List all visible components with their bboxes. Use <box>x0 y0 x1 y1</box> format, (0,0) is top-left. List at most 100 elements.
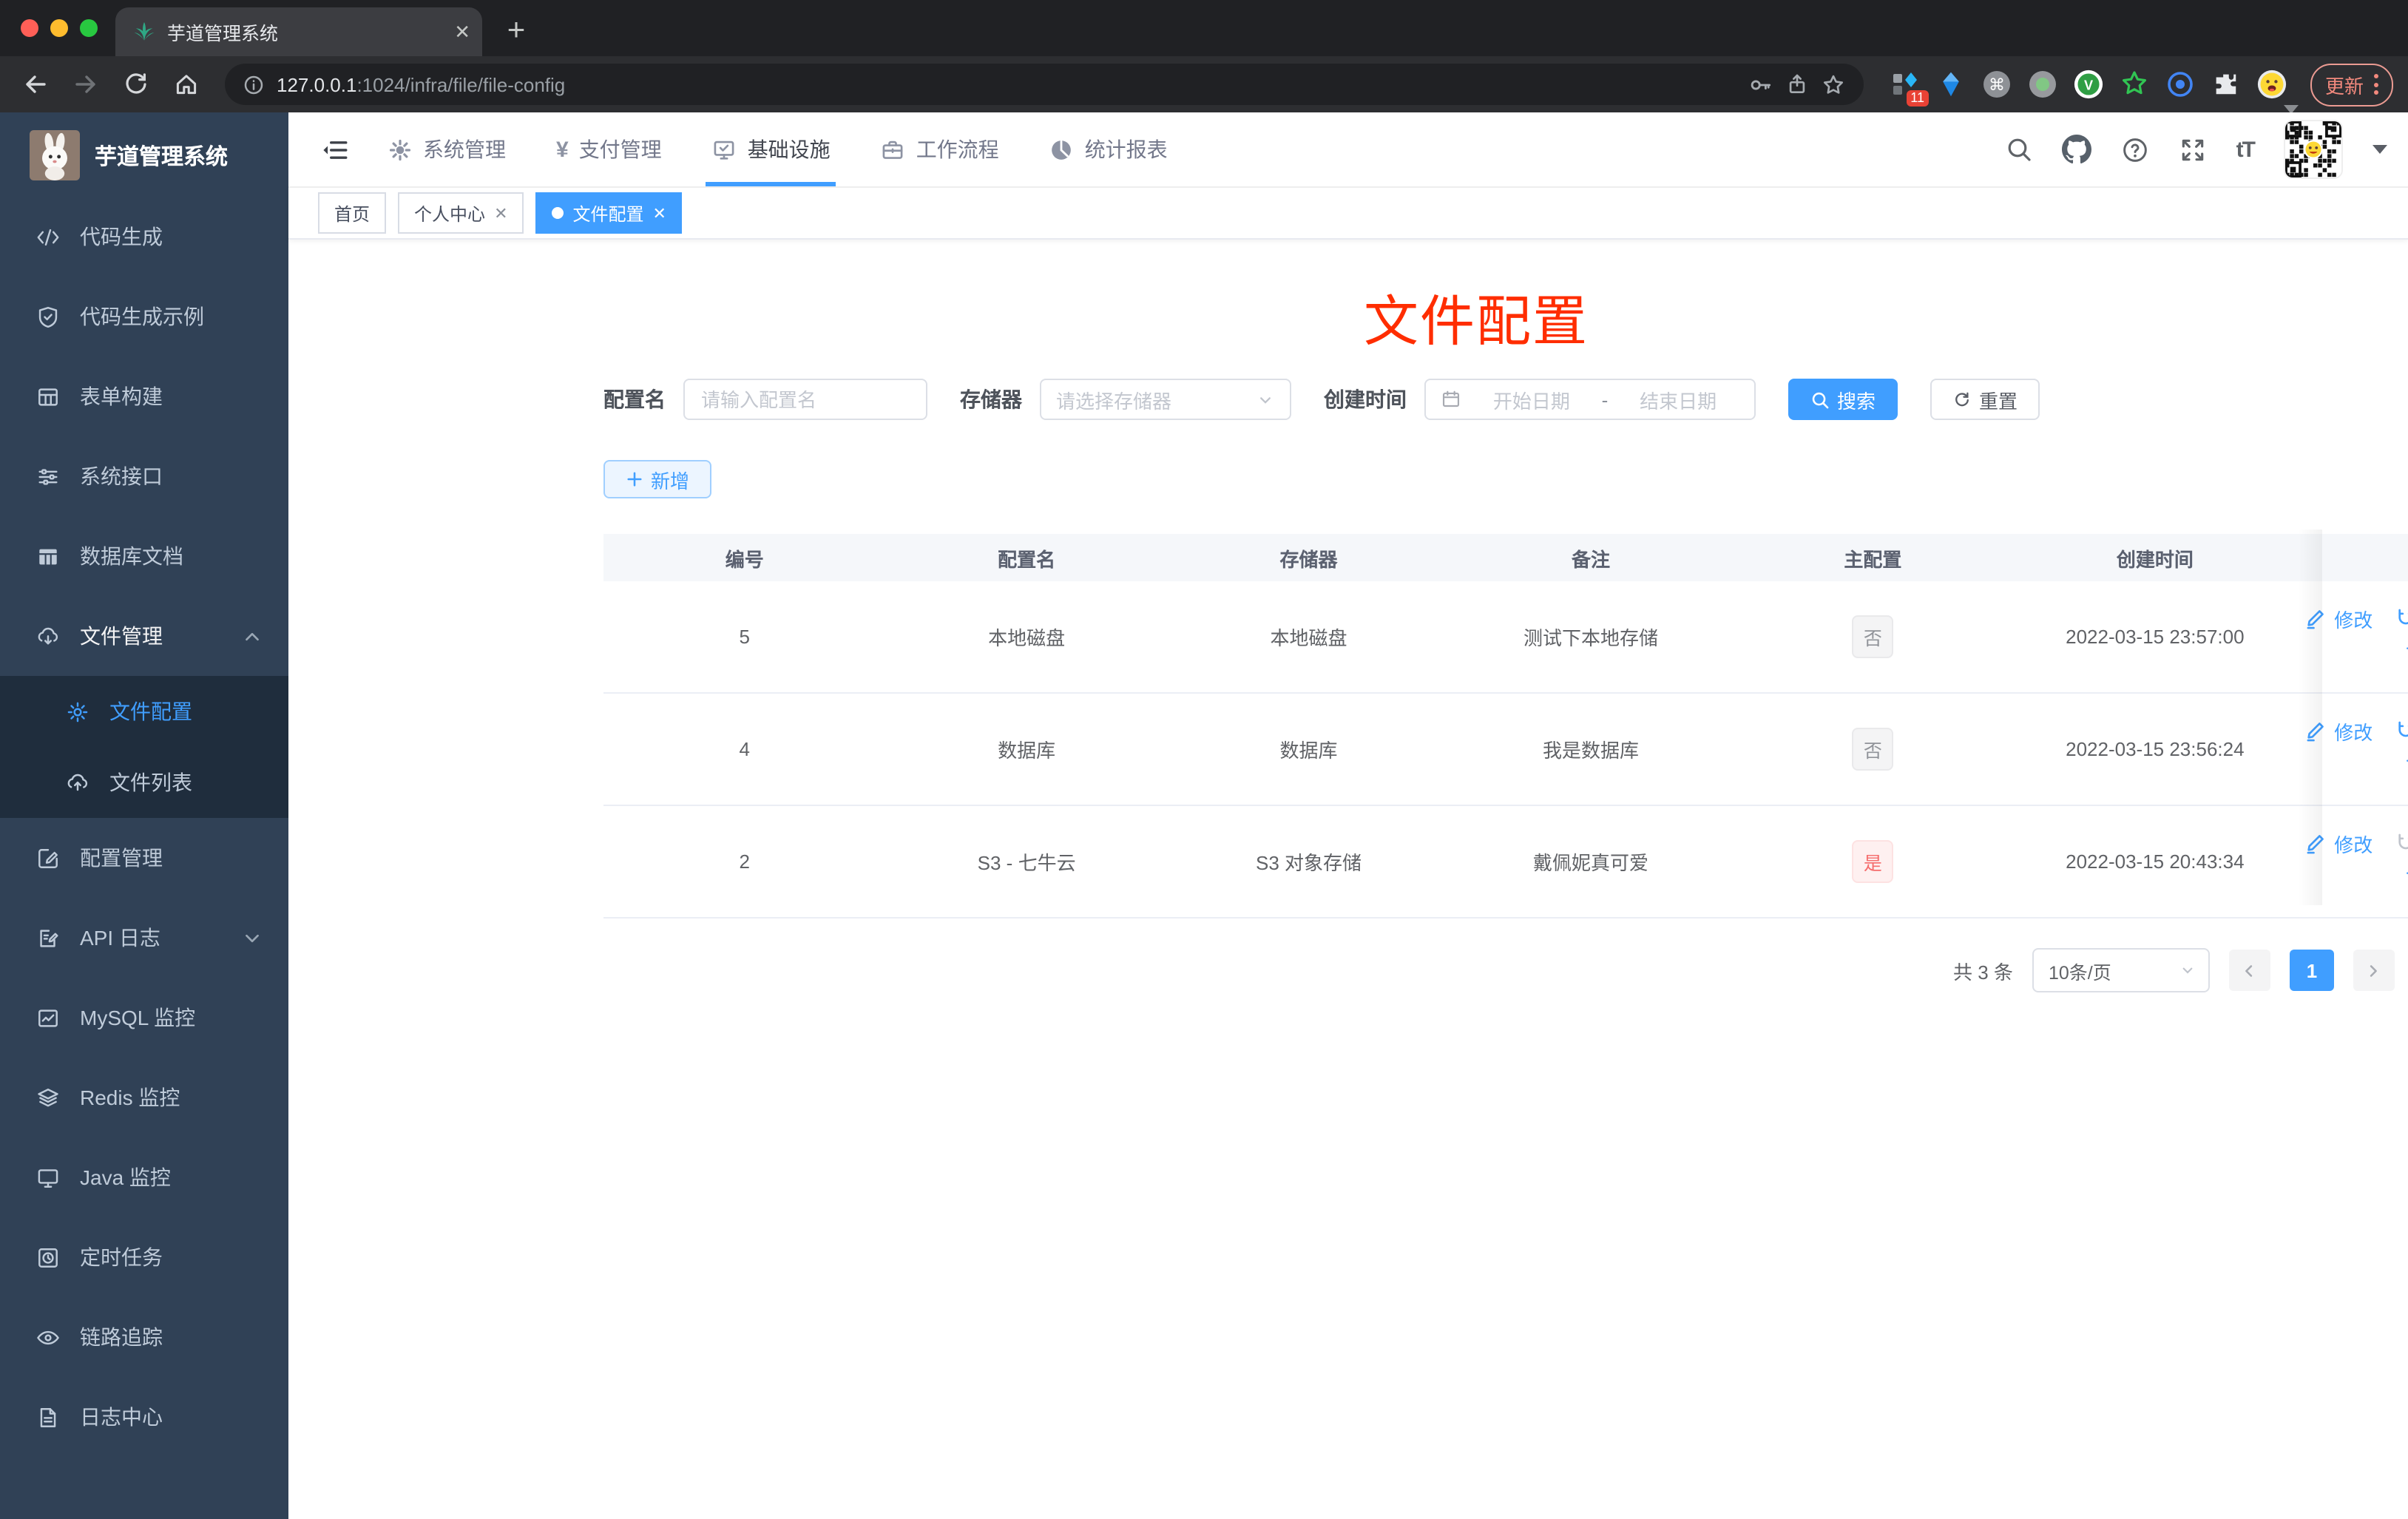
tag-file-config[interactable]: 文件配置 ✕ <box>535 192 683 234</box>
bookmark-star-icon[interactable] <box>1821 72 1846 97</box>
prev-page-button[interactable] <box>2228 950 2270 991</box>
set-master-link[interactable]: 主配置 <box>2393 717 2408 745</box>
edit-link[interactable]: 修改 <box>2304 717 2373 745</box>
cell-storage: 数据库 <box>1279 740 1338 762</box>
password-key-icon[interactable] <box>1748 72 1773 97</box>
edit-link[interactable]: 修改 <box>2304 830 2373 858</box>
table-header-cell: 操作 <box>2296 544 2408 572</box>
extensions-puzzle-icon[interactable] <box>2211 70 2241 99</box>
sidebar-item-log-center[interactable]: 日志中心 <box>0 1377 288 1457</box>
sidebar-item-code-gen[interactable]: 代码生成 <box>0 197 288 277</box>
sidebar-item-db-doc[interactable]: 数据库文档 <box>0 516 288 596</box>
reset-button[interactable]: 重置 <box>1930 379 2040 420</box>
url-bar[interactable]: 127.0.0.1:1024/infra/file/file-config <box>225 64 1864 105</box>
close-icon[interactable]: ✕ <box>494 203 507 223</box>
site-info-icon[interactable] <box>243 73 265 95</box>
avatar-caret-icon[interactable] <box>2373 145 2387 154</box>
tag-profile[interactable]: 个人中心 ✕ <box>398 192 524 234</box>
sidebar-item-trace[interactable]: 链路追踪 <box>0 1297 288 1377</box>
sidebar-item-file-manage[interactable]: 文件管理 <box>0 596 288 676</box>
master-tag: 否 <box>1852 728 1894 771</box>
app-logo-row[interactable]: 芋道管理系统 <box>0 112 288 186</box>
tag-home[interactable]: 首页 <box>318 192 387 234</box>
storage-select-placeholder: 请选择存储器 <box>1056 390 1172 412</box>
reload-icon[interactable] <box>115 64 157 105</box>
sidebar-item-api-log[interactable]: API 日志 <box>0 898 288 978</box>
new-tab-button[interactable]: + <box>494 9 538 53</box>
date-range-picker[interactable]: 开始日期 - 结束日期 <box>1424 379 1756 420</box>
edit-link[interactable]: 修改 <box>2304 605 2373 633</box>
extension-command-icon[interactable]: ⌘ <box>1982 70 2012 99</box>
sidebar-item-job[interactable]: 定时任务 <box>0 1217 288 1297</box>
storage-select[interactable]: 请选择存储器 <box>1040 379 1291 420</box>
config-name-input[interactable] <box>683 379 927 420</box>
github-icon[interactable] <box>2061 135 2091 164</box>
set-master-link[interactable]: 主配置 <box>2393 830 2408 858</box>
help-icon[interactable] <box>2121 135 2149 163</box>
topnav-item-infra[interactable]: 基础设施 <box>706 112 836 186</box>
chrome-update-button[interactable]: 更新 <box>2310 63 2393 106</box>
tag-label: 个人中心 <box>414 203 486 224</box>
page-size-select[interactable]: 10条/页 <box>2032 948 2210 992</box>
forward-icon[interactable] <box>65 64 106 105</box>
profile-emoji-icon[interactable] <box>2257 70 2287 99</box>
sidebar-item-form-builder[interactable]: 表单构建 <box>0 356 288 436</box>
search-button[interactable]: 搜索 <box>1788 379 1898 420</box>
topnav-item-workflow[interactable]: 工作流程 <box>881 112 999 186</box>
collapse-sidebar-icon[interactable] <box>321 112 349 186</box>
avatar[interactable] <box>2284 120 2343 179</box>
add-button[interactable]: 新增 <box>603 460 712 498</box>
delete-link[interactable]: 删除 <box>2403 640 2408 669</box>
sliders-icon <box>35 464 61 489</box>
tab-close-icon[interactable]: ✕ <box>454 22 470 41</box>
topnav-item-report[interactable]: 统计报表 <box>1049 112 1168 186</box>
extension-v-icon[interactable]: V <box>2074 70 2103 99</box>
font-size-icon[interactable]: tT <box>2236 137 2256 162</box>
topnav-item-payment[interactable]: ¥ 支付管理 <box>556 112 662 186</box>
cell-name: 数据库 <box>998 740 1056 762</box>
topnav-item-label: 工作流程 <box>916 138 999 161</box>
sidebar-item-java-monitor[interactable]: Java 监控 <box>0 1137 288 1217</box>
sidebar-item-config-manage[interactable]: 配置管理 <box>0 818 288 898</box>
cloud-up-icon <box>65 770 90 795</box>
window-controls[interactable] <box>21 19 98 37</box>
zoom-window-button[interactable] <box>80 19 98 37</box>
extension-kite-icon[interactable] <box>1936 70 1966 99</box>
cell-id: 5 <box>739 626 750 648</box>
update-label: 更新 <box>2324 75 2364 97</box>
set-master-link[interactable]: 主配置 <box>2393 605 2408 633</box>
extension-rings-icon[interactable] <box>2165 70 2195 99</box>
extension-blocks-icon[interactable]: 11 <box>1890 70 1929 106</box>
fullscreen-icon[interactable] <box>2179 135 2207 163</box>
search-icon[interactable] <box>2006 136 2032 163</box>
share-icon[interactable] <box>1785 72 1809 96</box>
sidebar-item-label: 定时任务 <box>80 1245 163 1269</box>
home-icon[interactable] <box>166 64 207 105</box>
sidebar-item-mysql-monitor[interactable]: MySQL 监控 <box>0 978 288 1058</box>
shield-icon <box>35 304 61 329</box>
grid-icon <box>35 384 61 409</box>
extension-dot-icon[interactable] <box>2028 70 2057 99</box>
sidebar-item-file-config[interactable]: 文件配置 <box>0 676 288 747</box>
back-icon[interactable] <box>15 64 56 105</box>
close-window-button[interactable] <box>21 19 38 37</box>
url-host: 127.0.0.1 <box>277 73 357 95</box>
sidebar-item-redis-monitor[interactable]: Redis 监控 <box>0 1058 288 1137</box>
extension-star-icon[interactable] <box>2120 70 2149 99</box>
table-header-cell: 备注 <box>1571 548 1610 570</box>
tags-bar: 首页 个人中心 ✕ 文件配置 ✕ <box>288 188 2408 240</box>
minimize-window-button[interactable] <box>50 19 68 37</box>
topnav-item-system[interactable]: 系统管理 <box>388 112 506 186</box>
sidebar-item-label: MySQL 监控 <box>80 1006 196 1029</box>
sidebar-item-code-demo[interactable]: 代码生成示例 <box>0 277 288 356</box>
next-page-button[interactable] <box>2353 950 2395 991</box>
sidebar-item-file-list[interactable]: 文件列表 <box>0 747 288 818</box>
sidebar-item-system-api[interactable]: 系统接口 <box>0 436 288 516</box>
tablefill-icon <box>35 544 61 569</box>
delete-link[interactable]: 删除 <box>2403 865 2408 893</box>
chrome-menu-icon[interactable] <box>2374 74 2378 95</box>
close-icon[interactable]: ✕ <box>653 203 666 223</box>
browser-tab[interactable]: 芋道管理系统 ✕ <box>115 7 482 56</box>
page-number-1[interactable]: 1 <box>2289 950 2334 991</box>
delete-link[interactable]: 删除 <box>2403 753 2408 781</box>
